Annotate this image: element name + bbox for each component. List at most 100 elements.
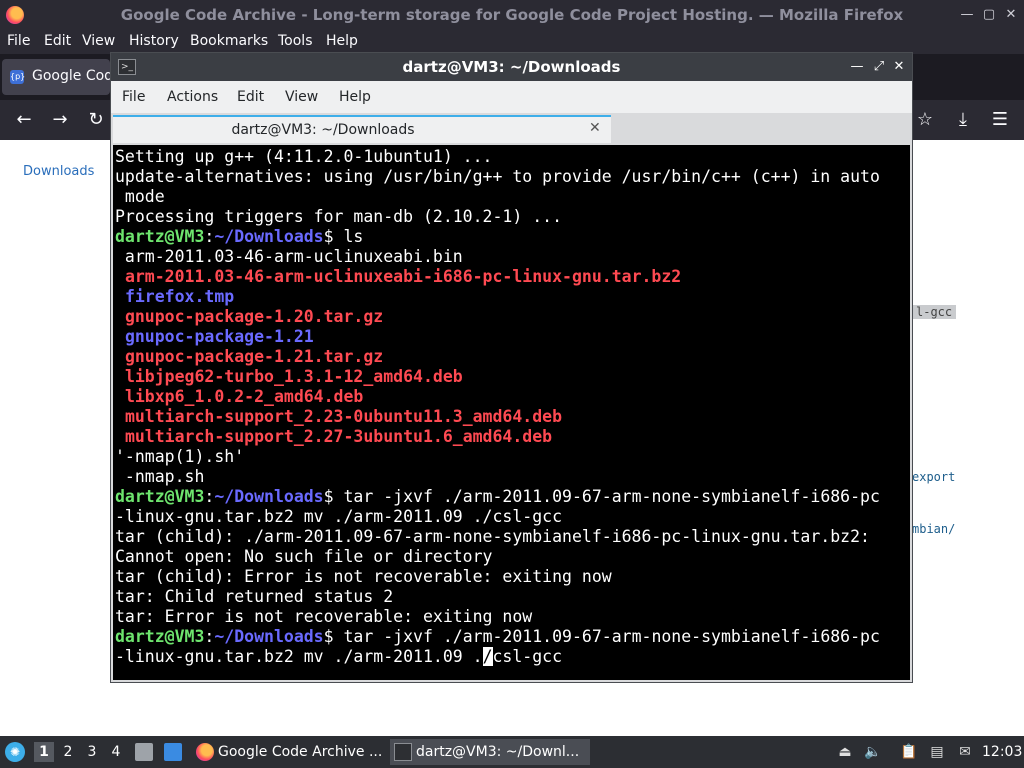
- menu-view[interactable]: View: [82, 33, 115, 49]
- menu-file[interactable]: File: [7, 33, 30, 49]
- terminal-text: :: [204, 487, 215, 506]
- taskbar: ✺ 1 2 3 4 Google Code Archive ... dartz@…: [0, 736, 1024, 768]
- archive-filename: libxp6_1.0.2-2_amd64.deb: [124, 387, 364, 406]
- archive-filename: multiarch-support_2.27-3ubuntu1.6_amd64.…: [124, 427, 553, 446]
- close-icon[interactable]: ✕: [891, 58, 907, 76]
- menu-tools[interactable]: Tools: [278, 33, 313, 49]
- terminal-text: $ tar -jxvf ./arm-2011.09-67-arm-none-sy…: [323, 487, 880, 506]
- menu-edit[interactable]: Edit: [44, 33, 71, 49]
- terminal-line: arm-2011.03-46-arm-uclinuxeabi-i686-pc-l…: [115, 267, 681, 287]
- terminal-text: tar: Error is not recoverable: exiting n…: [115, 607, 533, 626]
- terminal-line: -nmap.sh: [115, 467, 204, 487]
- directory-name: firefox.tmp: [124, 287, 235, 306]
- volume-icon[interactable]: 🔈: [864, 743, 882, 761]
- terminal-icon: [394, 743, 412, 761]
- minimize-icon[interactable]: —: [958, 6, 976, 24]
- prompt-user: dartz@VM3: [115, 627, 205, 646]
- terminal-output[interactable]: Setting up g++ (4:11.2.0-1ubuntu1) ... up…: [113, 145, 910, 680]
- terminal-line: gnupoc-package-1.20.tar.gz: [115, 307, 383, 327]
- terminal-text: tar (child): Error is not recoverable: e…: [115, 567, 612, 586]
- maximize-icon[interactable]: ▢: [980, 6, 998, 24]
- downloads-icon[interactable]: ⤓: [951, 108, 975, 132]
- terminal-text: mode: [115, 187, 165, 206]
- close-icon[interactable]: ✕: [1002, 6, 1020, 24]
- terminal-text: tar (child): ./arm-2011.09-67-arm-none-s…: [115, 527, 870, 546]
- menu-edit[interactable]: Edit: [237, 89, 264, 105]
- firefox-titlebar: Google Code Archive - Long-term storage …: [0, 0, 1024, 30]
- terminal-line: tar (child): Error is not recoverable: e…: [115, 567, 612, 587]
- archive-filename: gnupoc-package-1.21.tar.gz: [124, 347, 384, 366]
- terminal-line: firefox.tmp: [115, 287, 234, 307]
- workspace-1[interactable]: 1: [34, 742, 54, 762]
- downloads-link[interactable]: Downloads: [23, 164, 94, 179]
- task-label: Google Code Archive ...: [218, 744, 383, 760]
- file-manager-icon[interactable]: [135, 743, 153, 761]
- archive-filename: arm-2011.03-46-arm-uclinuxeabi-i686-pc-l…: [124, 267, 682, 286]
- eject-icon[interactable]: ⏏: [836, 743, 854, 761]
- start-menu-icon[interactable]: ✺: [5, 742, 25, 762]
- network-icon[interactable]: ▤: [928, 743, 946, 761]
- terminal-line: tar: Child returned status 2: [115, 587, 393, 607]
- terminal-text: $ ls: [323, 227, 364, 246]
- browser-tab-label: Google Code Archive - Long-term storage …: [32, 68, 110, 84]
- terminal-titlebar[interactable]: >_ dartz@VM3: ~/Downloads — ⤢ ✕: [111, 53, 912, 81]
- terminal-text: csl-gcc: [492, 647, 563, 666]
- firefox-window-title: Google Code Archive - Long-term storage …: [120, 6, 904, 24]
- terminal-text: Setting up g++ (4:11.2.0-1ubuntu1) ...: [115, 147, 493, 166]
- task-firefox[interactable]: Google Code Archive ...: [192, 739, 384, 765]
- back-icon[interactable]: ←: [12, 108, 36, 132]
- restore-icon[interactable]: ⤢: [871, 58, 887, 76]
- prompt-user: dartz@VM3: [115, 227, 205, 246]
- terminal-text: :: [204, 227, 215, 246]
- terminal-line: tar: Error is not recoverable: exiting n…: [115, 607, 532, 627]
- terminal-text: -linux-gnu.tar.bz2 mv ./arm-2011.09 .: [115, 647, 483, 666]
- bookmark-star-icon[interactable]: ☆: [913, 108, 937, 132]
- workspace-2[interactable]: 2: [58, 742, 78, 762]
- terminal-line: dartz@VM3:~/Downloads$ tar -jxvf ./arm-2…: [115, 627, 880, 647]
- menu-help[interactable]: Help: [339, 89, 371, 105]
- show-desktop-icon[interactable]: [164, 743, 182, 761]
- terminal-line: Setting up g++ (4:11.2.0-1ubuntu1) ...: [115, 147, 493, 167]
- menu-bookmarks[interactable]: Bookmarks: [190, 33, 268, 49]
- archive-filename: libjpeg62-turbo_1.3.1-12_amd64.deb: [124, 367, 463, 386]
- menu-actions[interactable]: Actions: [167, 89, 218, 105]
- terminal-window: >_ dartz@VM3: ~/Downloads — ⤢ ✕ File Act…: [110, 52, 913, 683]
- terminal-line: libjpeg62-turbo_1.3.1-12_amd64.deb: [115, 367, 463, 387]
- clipboard-icon[interactable]: 📋: [900, 743, 918, 761]
- menu-icon[interactable]: ☰: [988, 108, 1012, 132]
- code-snippet: export: [912, 470, 956, 484]
- notification-icon[interactable]: ✉: [956, 743, 974, 761]
- menu-history[interactable]: History: [129, 33, 179, 49]
- terminal-line: '-nmap(1).sh': [115, 447, 244, 467]
- terminal-line: dartz@VM3:~/Downloads$ ls: [115, 227, 363, 247]
- menu-view[interactable]: View: [285, 89, 318, 105]
- terminal-text: $ tar -jxvf ./arm-2011.09-67-arm-none-sy…: [323, 627, 880, 646]
- menu-file[interactable]: File: [122, 89, 145, 105]
- terminal-tab[interactable]: dartz@VM3: ~/Downloads ✕: [113, 115, 611, 143]
- task-label: dartz@VM3: ~/Downl...: [416, 744, 580, 760]
- task-terminal[interactable]: dartz@VM3: ~/Downl...: [390, 739, 590, 765]
- directory-name: gnupoc-package-1.21: [124, 327, 314, 346]
- tab-favicon-icon: {p}: [10, 70, 25, 84]
- menu-help[interactable]: Help: [326, 33, 358, 49]
- terminal-text: Processing triggers for man-db (2.10.2-1…: [115, 207, 563, 226]
- workspace-4[interactable]: 4: [106, 742, 126, 762]
- code-snippet: l-gcc: [912, 305, 957, 319]
- terminal-tab-label: dartz@VM3: ~/Downloads: [231, 122, 415, 138]
- tab-close-icon[interactable]: ✕: [589, 120, 601, 136]
- terminal-text: tar: Child returned status 2: [115, 587, 394, 606]
- workspace-3[interactable]: 3: [82, 742, 102, 762]
- terminal-line: tar (child): ./arm-2011.09-67-arm-none-s…: [115, 527, 870, 547]
- terminal-menubar: File Actions Edit View Help: [111, 81, 912, 113]
- minimize-icon[interactable]: —: [849, 58, 865, 76]
- browser-tab[interactable]: {p} Google Code Archive - Long-term stor…: [2, 59, 110, 95]
- forward-icon[interactable]: →: [48, 108, 72, 132]
- reload-icon[interactable]: ↻: [84, 108, 108, 132]
